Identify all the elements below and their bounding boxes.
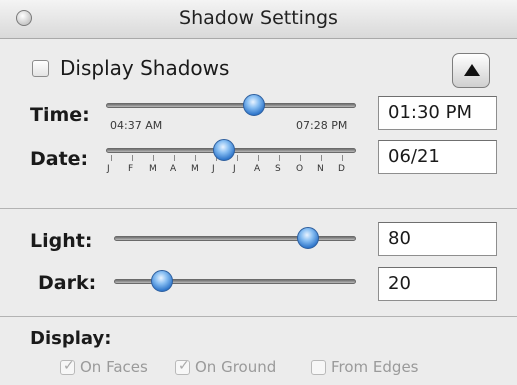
collapse-button[interactable] — [452, 53, 490, 88]
light-label: Light: — [30, 230, 93, 252]
time-start-label: 04:37 AM — [110, 119, 163, 132]
dark-field[interactable]: 20 — [378, 267, 497, 301]
from-edges-label: From Edges — [331, 358, 419, 376]
month-label: O — [296, 164, 304, 174]
month-label: S — [275, 164, 281, 174]
time-label: Time: — [30, 104, 90, 126]
checkmark-icon: ✓ — [63, 358, 75, 374]
display-shadows-label: Display Shadows — [60, 56, 230, 80]
month-label: J — [107, 164, 110, 174]
month-label: J — [212, 164, 215, 174]
month-label: F — [128, 164, 134, 174]
on-faces-label: On Faces — [80, 358, 148, 376]
dark-label: Dark: — [38, 272, 97, 294]
time-slider-track[interactable] — [106, 103, 356, 108]
display-shadows-checkbox[interactable] — [32, 60, 49, 77]
checkmark-icon: ✓ — [178, 358, 190, 374]
section-divider — [0, 316, 517, 317]
date-label: Date: — [30, 148, 89, 170]
date-field[interactable]: 06/21 — [378, 140, 497, 174]
light-field[interactable]: 80 — [378, 222, 497, 256]
date-slider-thumb[interactable] — [212, 139, 235, 161]
on-faces-checkbox[interactable]: ✓ — [60, 358, 75, 375]
dark-slider-track[interactable] — [114, 279, 356, 284]
month-label: N — [317, 164, 324, 174]
month-label: M — [149, 164, 157, 174]
from-edges-checkbox[interactable] — [311, 360, 326, 375]
light-slider-thumb[interactable] — [296, 227, 319, 249]
time-end-label: 07:28 PM — [296, 119, 348, 132]
month-label: J — [233, 164, 236, 174]
display-label: Display: — [30, 328, 112, 349]
time-slider-thumb[interactable] — [242, 94, 265, 116]
window-title: Shadow Settings — [179, 7, 338, 29]
time-field[interactable]: 01:30 PM — [378, 96, 497, 130]
month-label: M — [191, 164, 199, 174]
on-ground-checkbox[interactable]: ✓ — [175, 358, 190, 375]
dark-slider-thumb[interactable] — [151, 270, 174, 292]
triangle-up-icon — [464, 64, 480, 76]
section-divider — [0, 208, 517, 209]
title-bar: Shadow Settings — [0, 0, 517, 39]
month-label: D — [338, 164, 345, 174]
on-ground-label: On Ground — [195, 358, 277, 376]
month-label: A — [170, 164, 177, 174]
month-label: A — [254, 164, 261, 174]
light-slider-track[interactable] — [114, 236, 356, 241]
